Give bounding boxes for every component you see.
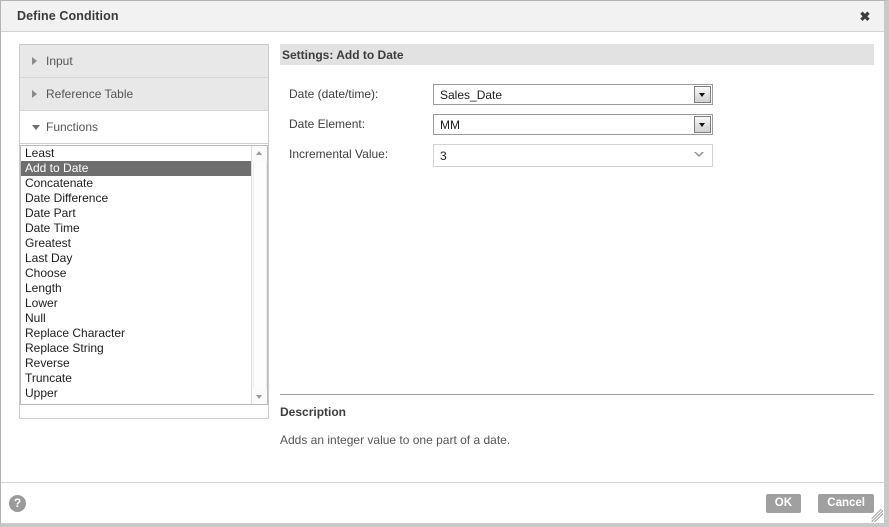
dialog-titlebar: Define Condition ✖ (1, 1, 884, 32)
ok-button[interactable]: OK (765, 494, 801, 513)
functions-list-items[interactable]: Least Add to Date Concatenate Date Differen… (21, 146, 251, 404)
field-row-date: Date (date/time): Sales_Date (280, 84, 720, 106)
label-date: Date (date/time): (289, 87, 379, 101)
list-item[interactable]: Greatest (21, 236, 251, 251)
scroll-up-icon[interactable] (252, 146, 267, 161)
dialog-body: Input Reference Table Functions Least Add… (1, 32, 884, 482)
date-element-dropdown-value: MM (440, 118, 460, 132)
help-icon[interactable]: ? (9, 495, 26, 512)
resize-grip[interactable] (870, 509, 883, 522)
chevron-right-icon (32, 90, 37, 98)
accordion-section-input[interactable]: Input (20, 45, 268, 78)
label-incremental-value: Incremental Value: (289, 147, 389, 161)
settings-header: Settings: Add to Date (280, 44, 874, 65)
scrollbar-track[interactable] (253, 162, 267, 388)
field-row-date-element: Date Element: MM (280, 114, 720, 136)
close-icon[interactable]: ✖ (854, 6, 876, 28)
list-item[interactable]: Length (21, 281, 251, 296)
description-title: Description (280, 405, 347, 419)
list-item[interactable]: Replace Character (21, 326, 251, 341)
chevron-down-icon[interactable] (694, 152, 705, 161)
list-item[interactable]: Reverse (21, 356, 251, 371)
list-item[interactable]: Choose (21, 266, 251, 281)
list-item[interactable]: Least (21, 146, 251, 161)
list-item[interactable]: Replace String (21, 341, 251, 356)
list-item[interactable]: Date Difference (21, 191, 251, 206)
functions-list-scrollbar[interactable] (251, 146, 267, 404)
description-divider (280, 394, 874, 395)
list-item[interactable]: Last Day (21, 251, 251, 266)
list-item[interactable]: Date Part (21, 206, 251, 221)
dialog-footer: ? OK Cancel (1, 482, 884, 523)
list-item[interactable]: Concatenate (21, 176, 251, 191)
accordion-section-reference-table[interactable]: Reference Table (20, 78, 268, 111)
chevron-right-icon (32, 57, 37, 65)
list-item[interactable]: Truncate (21, 371, 251, 386)
field-row-incremental-value: Incremental Value: 3 (280, 144, 720, 167)
list-item[interactable]: Upper (21, 386, 251, 401)
list-item[interactable]: Date Time (21, 221, 251, 236)
settings-header-label: Settings: Add to Date (282, 48, 404, 62)
label-date-element: Date Element: (289, 117, 366, 131)
incremental-value-text: 3 (440, 149, 447, 163)
settings-panel: Settings: Add to Date Date (date/time): … (280, 44, 874, 469)
left-accordion-panel: Input Reference Table Functions Least Add… (19, 44, 269, 419)
date-element-dropdown[interactable]: MM (433, 114, 713, 135)
chevron-down-icon (32, 125, 40, 130)
list-item[interactable]: Lower (21, 296, 251, 311)
chevron-down-icon[interactable] (694, 116, 711, 133)
chevron-down-icon[interactable] (694, 86, 711, 103)
cancel-button[interactable]: Cancel (818, 494, 874, 513)
description-text: Adds an integer value to one part of a d… (280, 433, 511, 447)
list-item[interactable]: Null (21, 311, 251, 326)
functions-listbox[interactable]: Least Add to Date Concatenate Date Differen… (20, 145, 268, 405)
list-item[interactable]: Add to Date (21, 161, 251, 176)
define-condition-dialog: Define Condition ✖ Input Reference Table… (0, 0, 889, 527)
date-dropdown[interactable]: Sales_Date (433, 84, 713, 105)
accordion-label-input: Input (46, 54, 73, 68)
dialog-title: Define Condition (17, 9, 119, 23)
accordion-label-reference-table: Reference Table (46, 87, 134, 101)
incremental-value-input[interactable]: 3 (433, 144, 713, 167)
scroll-down-icon[interactable] (252, 389, 267, 404)
accordion-section-functions[interactable]: Functions (20, 111, 268, 144)
date-dropdown-value: Sales_Date (440, 88, 503, 102)
accordion-label-functions: Functions (46, 120, 99, 134)
